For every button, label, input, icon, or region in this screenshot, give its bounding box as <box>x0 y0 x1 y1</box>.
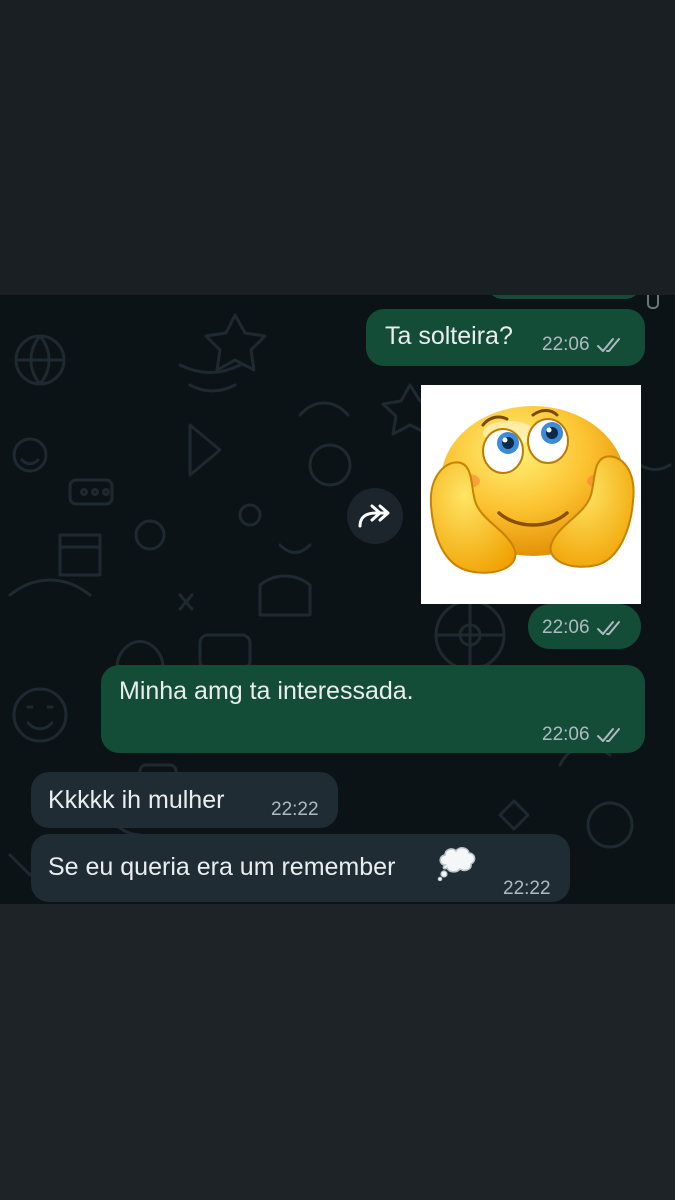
message-meta: 22:06 <box>542 334 626 356</box>
top-letterbox <box>0 0 675 295</box>
message-time: 22:06 <box>542 334 590 355</box>
sticker-message[interactable] <box>421 385 641 604</box>
incoming-message[interactable]: Se eu queria era um remember 22:22 <box>31 834 570 902</box>
message-text: Minha amg ta interessada. <box>119 677 414 705</box>
read-double-check-icon <box>596 621 620 635</box>
thought-balloon-icon <box>437 847 476 881</box>
message-text: Se eu queria era um remember <box>48 853 396 881</box>
message-text: Ta solteira? <box>385 322 513 350</box>
incoming-message[interactable]: Kkkkk ih mulher 22:22 <box>31 772 338 828</box>
message-time: 22:06 <box>542 724 590 745</box>
scroll-indicator[interactable] <box>647 295 659 309</box>
forward-icon <box>358 504 390 528</box>
bottom-letterbox <box>0 904 675 1200</box>
message-meta: 22:06 <box>542 617 626 639</box>
read-double-check-icon <box>596 338 620 352</box>
message-text: Kkkkk ih mulher <box>48 786 225 814</box>
outgoing-message[interactable]: Ta solteira? 22:06 <box>366 309 645 366</box>
sticker-time-badge: 22:06 <box>528 604 641 649</box>
daydreaming-smiley-emoji <box>429 406 635 574</box>
forward-button[interactable] <box>347 488 403 544</box>
previous-message-bubble <box>488 295 640 299</box>
message-time: 22:06 <box>542 617 590 638</box>
message-time: 22:22 <box>503 878 551 899</box>
read-double-check-icon <box>596 728 620 742</box>
message-time: 22:22 <box>271 799 319 820</box>
outgoing-message[interactable]: Minha amg ta interessada. 22:06 <box>101 665 645 753</box>
chat-area[interactable]: Ta solteira? 22:06 22:06 Minha amg ta in… <box>0 295 675 904</box>
message-meta: 22:06 <box>542 724 626 746</box>
